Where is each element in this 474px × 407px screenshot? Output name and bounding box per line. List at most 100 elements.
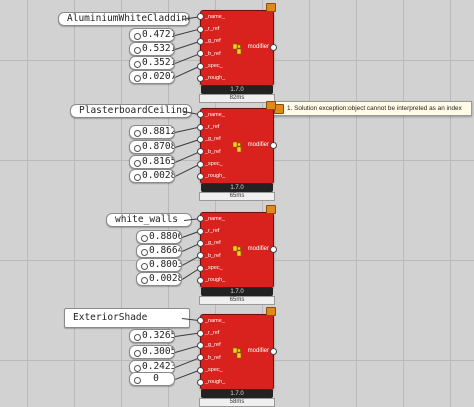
name-panel[interactable]: ExteriorShade <box>64 308 190 328</box>
panel-grip-icon[interactable] <box>134 74 141 82</box>
number-panel[interactable]: 0.0028 <box>136 272 182 286</box>
panel-grip-icon[interactable] <box>134 32 141 40</box>
input-port[interactable] <box>197 123 204 131</box>
energy-material-component[interactable]: _name_ _r_ref _g_ref _b_ref _spec_ _rough_ mod… <box>200 314 274 398</box>
panel-grip-icon[interactable] <box>134 46 141 54</box>
input-port[interactable] <box>197 74 204 82</box>
input-port[interactable] <box>197 62 204 70</box>
panel-grip-icon[interactable] <box>134 173 141 181</box>
energy-material-component[interactable]: _name_ _r_ref _g_ref _b_ref _spec_ _rough_ mod… <box>200 212 274 296</box>
number-panel[interactable]: 0.8812 <box>129 125 175 139</box>
output-pin-label[interactable]: modifier <box>248 246 269 252</box>
input-pin-label[interactable]: _name_ <box>205 14 225 21</box>
warning-flag-icon[interactable] <box>266 205 276 214</box>
input-pin-label[interactable]: _name_ <box>205 112 225 119</box>
input-port[interactable] <box>197 25 204 33</box>
name-panel[interactable]: white_walls <box>106 213 192 227</box>
number-panel[interactable]: 0.4721 <box>129 28 175 42</box>
input-port[interactable] <box>197 329 204 337</box>
input-pin-label[interactable]: _spec_ <box>205 161 223 168</box>
input-pin-label[interactable]: _spec_ <box>205 265 223 272</box>
number-panel[interactable]: 0 <box>129 372 175 386</box>
output-port[interactable] <box>270 44 277 51</box>
name-panel-text: white_walls <box>115 214 178 225</box>
name-panel[interactable]: PlasterboardCeiling <box>70 104 192 118</box>
input-port[interactable] <box>197 276 204 284</box>
energy-material-component[interactable]: _name_ _r_ref _g_ref _b_ref _spec_ _rough_ mod… <box>200 108 274 192</box>
input-pin-label[interactable]: _spec_ <box>205 63 223 70</box>
input-pin-label[interactable]: _b_ref <box>205 253 221 260</box>
panel-grip-icon[interactable] <box>141 276 148 284</box>
number-panel[interactable]: 0.8664 <box>136 244 182 258</box>
component-version: 1.7.0 <box>201 86 273 94</box>
number-panel-value: 0.8806 <box>149 231 182 242</box>
number-panel[interactable]: 0.3005 <box>129 345 175 359</box>
output-port[interactable] <box>270 348 277 355</box>
panel-grip-icon[interactable] <box>141 248 148 256</box>
panel-grip-icon[interactable] <box>141 234 148 242</box>
input-port[interactable] <box>197 341 204 349</box>
timing-label: 82ms <box>199 94 275 103</box>
number-panel-value: 0.8708 <box>142 141 175 152</box>
panel-grip-icon[interactable] <box>134 364 141 372</box>
input-pin-label[interactable]: _rough_ <box>205 173 225 180</box>
input-pin-label[interactable]: _spec_ <box>205 367 223 374</box>
warning-flag-icon[interactable] <box>266 307 276 316</box>
number-panel[interactable]: 0.8806 <box>136 230 182 244</box>
input-port[interactable] <box>197 227 204 235</box>
input-port[interactable] <box>197 135 204 143</box>
input-pin-label[interactable]: _g_ref <box>205 342 221 349</box>
number-panel-value: 0.5321 <box>142 43 175 54</box>
input-pin-label[interactable]: _b_ref <box>205 355 221 362</box>
input-pin-label[interactable]: _b_ref <box>205 51 221 58</box>
panel-grip-icon[interactable] <box>134 129 141 137</box>
panel-grip-icon[interactable] <box>134 349 141 357</box>
input-pin-label[interactable]: _rough_ <box>205 277 225 284</box>
input-port[interactable] <box>197 172 204 180</box>
input-pin-label[interactable]: _r_ref <box>205 124 219 131</box>
name-panel-text: PlasterboardCeiling <box>79 105 188 116</box>
input-pin-label[interactable]: _g_ref <box>205 240 221 247</box>
warning-flag-icon[interactable] <box>266 3 276 12</box>
number-panel[interactable]: 0.3265 <box>129 329 175 343</box>
number-panel[interactable]: 0.3521 <box>129 56 175 70</box>
input-pin-label[interactable]: _r_ref <box>205 228 219 235</box>
panel-grip-icon[interactable] <box>134 376 141 384</box>
number-panel-value: 0.0028 <box>149 273 182 284</box>
input-port[interactable] <box>197 239 204 247</box>
output-port[interactable] <box>270 246 277 253</box>
input-pin-label[interactable]: _name_ <box>205 318 225 325</box>
input-pin-label[interactable]: _b_ref <box>205 149 221 156</box>
input-pin-label[interactable]: _rough_ <box>205 75 225 82</box>
input-pin-label[interactable]: _rough_ <box>205 379 225 386</box>
input-port[interactable] <box>197 378 204 386</box>
input-port[interactable] <box>197 366 204 374</box>
panel-grip-icon[interactable] <box>134 144 141 152</box>
panel-grip-icon[interactable] <box>141 262 148 270</box>
number-panel-value: 0 <box>153 373 159 384</box>
input-port[interactable] <box>197 37 204 45</box>
output-pin-label[interactable]: modifier <box>248 142 269 148</box>
number-panel[interactable]: 0.8165 <box>129 155 175 169</box>
input-pin-label[interactable]: _name_ <box>205 216 225 223</box>
warning-flag-icon[interactable] <box>266 101 276 110</box>
energy-material-component[interactable]: _name_ _r_ref _g_ref _b_ref _spec_ _rough_ mod… <box>200 10 274 94</box>
input-pin-label[interactable]: _r_ref <box>205 330 219 337</box>
number-panel[interactable]: 0.8708 <box>129 140 175 154</box>
output-pin-label[interactable]: modifier <box>248 44 269 50</box>
number-panel[interactable]: 0.5321 <box>129 42 175 56</box>
number-panel[interactable]: 0.8003 <box>136 258 182 272</box>
number-panel[interactable]: 0.0028 <box>129 169 175 183</box>
input-port[interactable] <box>197 264 204 272</box>
name-panel[interactable]: AluminiumWhiteCladding <box>58 12 190 26</box>
panel-grip-icon[interactable] <box>134 159 141 167</box>
panel-grip-icon[interactable] <box>134 333 141 341</box>
input-pin-label[interactable]: _g_ref <box>205 38 221 45</box>
input-pin-label[interactable]: _g_ref <box>205 136 221 143</box>
input-pin-label[interactable]: _r_ref <box>205 26 219 33</box>
panel-grip-icon[interactable] <box>134 60 141 68</box>
output-pin-label[interactable]: modifier <box>248 348 269 354</box>
output-port[interactable] <box>270 142 277 149</box>
input-port[interactable] <box>197 160 204 168</box>
number-panel[interactable]: 0.0207 <box>129 70 175 84</box>
